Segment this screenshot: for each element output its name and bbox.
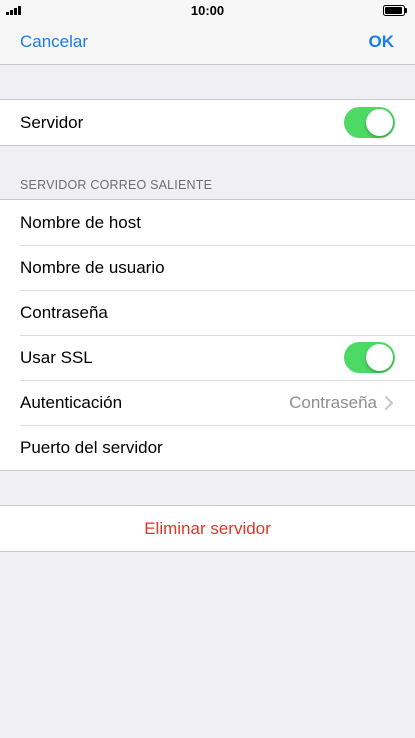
battery-icon xyxy=(383,5,407,16)
status-bar: 10:00 xyxy=(0,0,415,20)
use-ssl-toggle[interactable] xyxy=(344,342,395,373)
server-toggle[interactable] xyxy=(344,107,395,138)
status-time: 10:00 xyxy=(190,3,225,18)
host-name-row[interactable]: Nombre de host xyxy=(0,200,415,245)
username-row[interactable]: Nombre de usuario xyxy=(0,245,415,290)
password-row[interactable]: Contraseña xyxy=(0,290,415,335)
authentication-value: Contraseña xyxy=(289,393,377,412)
outgoing-server-group: Nombre de host Nombre de usuario Contras… xyxy=(0,199,415,471)
cancel-button[interactable]: Cancelar xyxy=(20,32,88,52)
screen: 10:00 Cancelar OK Servidor SERVIDOR CORR… xyxy=(0,0,415,738)
toggle-knob xyxy=(366,109,393,136)
authentication-row[interactable]: Autenticación Contraseña xyxy=(0,380,415,425)
username-label: Nombre de usuario xyxy=(20,257,165,277)
delete-server-button[interactable]: Eliminar servidor xyxy=(0,506,415,551)
use-ssl-row: Usar SSL xyxy=(0,335,415,380)
delete-server-label: Eliminar servidor xyxy=(144,518,271,538)
authentication-label: Autenticación xyxy=(20,392,123,412)
navigation-bar: Cancelar OK xyxy=(0,20,415,65)
server-group: Servidor xyxy=(0,99,415,146)
server-row: Servidor xyxy=(0,100,415,145)
toggle-knob xyxy=(366,344,393,371)
server-port-label: Puerto del servidor xyxy=(20,437,163,457)
ok-button[interactable]: OK xyxy=(369,32,395,52)
server-port-row[interactable]: Puerto del servidor xyxy=(0,425,415,470)
server-label: Servidor xyxy=(20,112,84,132)
outgoing-server-section-header: SERVIDOR CORREO SALIENTE xyxy=(20,178,213,192)
host-name-label: Nombre de host xyxy=(20,212,141,232)
use-ssl-label: Usar SSL xyxy=(20,347,93,367)
chevron-right-icon xyxy=(385,396,393,410)
password-label: Contraseña xyxy=(20,302,108,322)
delete-group: Eliminar servidor xyxy=(0,505,415,552)
